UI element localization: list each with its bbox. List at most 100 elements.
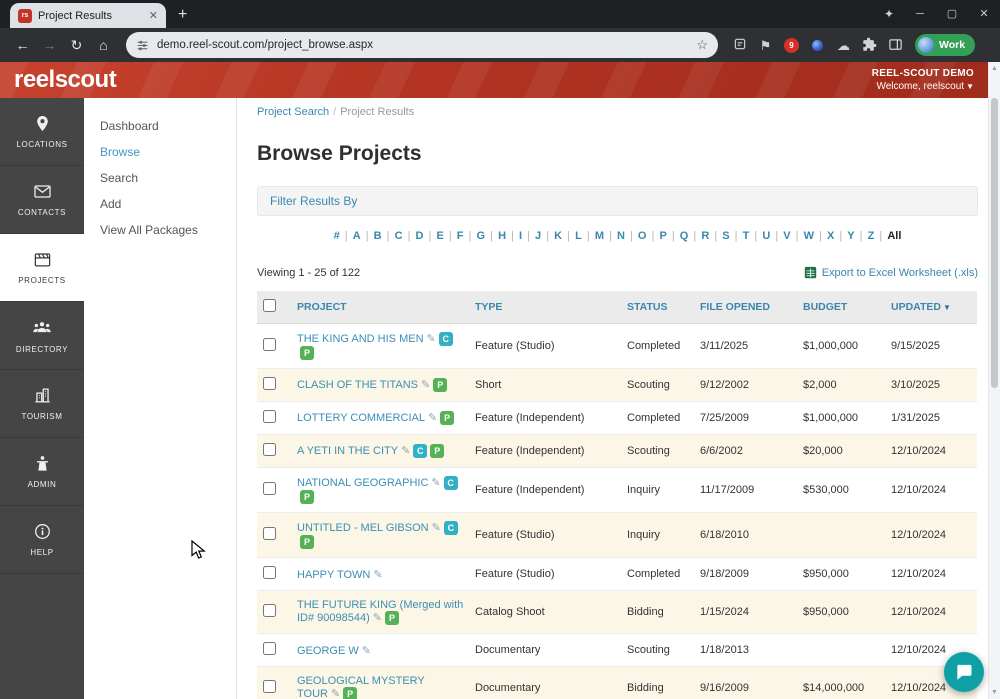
- extensions-puzzle-icon[interactable]: [858, 37, 881, 54]
- menu-item-dashboard[interactable]: Dashboard: [84, 114, 236, 138]
- browser-sparkle-icon[interactable]: ✦: [874, 0, 904, 28]
- alphabet-filter-F[interactable]: F: [457, 230, 464, 242]
- package-badge[interactable]: P: [300, 346, 314, 360]
- column-header-type[interactable]: TYPE: [469, 291, 621, 324]
- alphabet-filter-O[interactable]: O: [638, 230, 647, 242]
- export-excel-link[interactable]: Export to Excel Worksheet (.xls): [804, 266, 978, 279]
- alphabet-filter-C[interactable]: C: [395, 230, 403, 242]
- package-badge[interactable]: P: [385, 611, 399, 625]
- contacts-badge[interactable]: C: [438, 332, 453, 346]
- window-minimize-button[interactable]: ─: [904, 0, 936, 28]
- scroll-down-icon[interactable]: ▼: [989, 689, 1000, 696]
- site-settings-icon[interactable]: [136, 39, 149, 52]
- bookmark-star-icon[interactable]: ☆: [696, 37, 708, 53]
- alphabet-filter-A[interactable]: A: [353, 230, 361, 242]
- contacts-badge[interactable]: C: [443, 521, 458, 535]
- edit-pencil-icon[interactable]: ✎: [362, 645, 371, 657]
- project-link[interactable]: CLASH OF THE TITANS: [297, 379, 418, 391]
- flag-icon[interactable]: ⚑: [754, 39, 777, 52]
- edit-pencil-icon[interactable]: ✎: [432, 522, 441, 534]
- alphabet-filter-#[interactable]: #: [334, 230, 340, 242]
- row-checkbox[interactable]: [263, 410, 276, 423]
- scrollbar-thumb[interactable]: [991, 98, 998, 388]
- contacts-badge[interactable]: C: [413, 444, 428, 458]
- alphabet-filter-G[interactable]: G: [477, 230, 486, 242]
- edit-pencil-icon[interactable]: ✎: [428, 412, 437, 424]
- alphabet-filter-P[interactable]: P: [659, 230, 666, 242]
- column-header-budget[interactable]: BUDGET: [797, 291, 885, 324]
- side-panel-icon[interactable]: [884, 37, 907, 54]
- contacts-badge[interactable]: C: [443, 476, 458, 490]
- sidebar-item-projects[interactable]: PROJECTS: [0, 234, 84, 302]
- project-link[interactable]: NATIONAL GEOGRAPHIC: [297, 477, 428, 489]
- chat-widget-button[interactable]: [944, 652, 984, 692]
- alphabet-filter-D[interactable]: D: [416, 230, 424, 242]
- sidebar-item-locations[interactable]: LOCATIONS: [0, 98, 84, 166]
- column-header-project[interactable]: PROJECT: [291, 291, 469, 324]
- address-bar[interactable]: demo.reel-scout.com/project_browse.aspx …: [126, 32, 718, 58]
- tab-close-icon[interactable]: ✕: [149, 9, 158, 22]
- window-close-button[interactable]: ✕: [968, 0, 1000, 28]
- alphabet-filter-T[interactable]: T: [743, 230, 750, 242]
- alphabet-filter-U[interactable]: U: [762, 230, 770, 242]
- edit-pencil-icon[interactable]: ✎: [431, 477, 440, 489]
- alphabet-filter-E[interactable]: E: [436, 230, 443, 242]
- alphabet-filter-Z[interactable]: Z: [868, 230, 875, 242]
- alphabet-filter-All[interactable]: All: [887, 230, 901, 242]
- package-badge[interactable]: P: [440, 411, 455, 425]
- row-checkbox[interactable]: [263, 604, 276, 617]
- edit-pencil-icon[interactable]: ✎: [421, 379, 430, 391]
- alphabet-filter-B[interactable]: B: [374, 230, 382, 242]
- alphabet-filter-N[interactable]: N: [617, 230, 625, 242]
- row-checkbox[interactable]: [263, 338, 276, 351]
- browser-tab[interactable]: rs Project Results ✕: [10, 3, 166, 28]
- alphabet-filter-Y[interactable]: Y: [847, 230, 854, 242]
- notification-badge-icon[interactable]: 9: [784, 37, 799, 53]
- column-header-status[interactable]: STATUS: [621, 291, 694, 324]
- sidebar-item-directory[interactable]: DIRECTORY: [0, 302, 84, 370]
- extension-icon-2[interactable]: [812, 39, 823, 51]
- reelscout-logo[interactable]: reelscout: [14, 66, 117, 94]
- alphabet-filter-V[interactable]: V: [783, 230, 790, 242]
- reload-button[interactable]: ↻: [64, 37, 89, 54]
- edit-pencil-icon[interactable]: ✎: [373, 569, 382, 581]
- profile-chip[interactable]: Work: [915, 34, 976, 56]
- alphabet-filter-J[interactable]: J: [535, 230, 541, 242]
- edit-pencil-icon[interactable]: ✎: [401, 445, 410, 457]
- alphabet-filter-W[interactable]: W: [804, 230, 814, 242]
- project-link[interactable]: GEOLOGICAL MYSTERY TOUR: [297, 675, 425, 699]
- column-header-updated[interactable]: UPDATED ▼: [885, 291, 977, 324]
- row-checkbox[interactable]: [263, 527, 276, 540]
- alphabet-filter-X[interactable]: X: [827, 230, 834, 242]
- alphabet-filter-R[interactable]: R: [701, 230, 709, 242]
- project-link[interactable]: A YETI IN THE CITY: [297, 445, 398, 457]
- row-checkbox[interactable]: [263, 443, 276, 456]
- cloud-icon[interactable]: ☁: [832, 39, 855, 52]
- window-maximize-button[interactable]: ▢: [936, 0, 968, 28]
- package-badge[interactable]: P: [300, 535, 314, 549]
- row-checkbox[interactable]: [263, 377, 276, 390]
- filter-results-toggle[interactable]: Filter Results By: [257, 186, 978, 216]
- extension-icon-1[interactable]: [728, 37, 751, 53]
- back-button[interactable]: ←: [10, 37, 35, 53]
- project-link[interactable]: LOTTERY COMMERCIAL: [297, 412, 425, 424]
- column-header-file-opened[interactable]: FILE OPENED: [694, 291, 797, 324]
- menu-item-view-all-packages[interactable]: View All Packages: [84, 218, 236, 242]
- sidebar-item-help[interactable]: HELP: [0, 506, 84, 574]
- alphabet-filter-I[interactable]: I: [519, 230, 522, 242]
- edit-pencil-icon[interactable]: ✎: [427, 333, 436, 345]
- row-checkbox[interactable]: [263, 680, 276, 693]
- package-badge[interactable]: P: [300, 490, 314, 504]
- home-button[interactable]: ⌂: [91, 37, 116, 53]
- url-text[interactable]: demo.reel-scout.com/project_browse.aspx: [157, 39, 688, 51]
- menu-item-browse[interactable]: Browse: [84, 140, 236, 164]
- menu-item-add[interactable]: Add: [84, 192, 236, 216]
- row-checkbox[interactable]: [263, 566, 276, 579]
- welcome-menu[interactable]: Welcome, reelscout ▼: [872, 81, 974, 92]
- alphabet-filter-Q[interactable]: Q: [680, 230, 689, 242]
- row-checkbox[interactable]: [263, 642, 276, 655]
- package-badge[interactable]: P: [430, 444, 445, 458]
- alphabet-filter-L[interactable]: L: [575, 230, 582, 242]
- breadcrumb-project-search[interactable]: Project Search: [257, 106, 329, 118]
- menu-item-search[interactable]: Search: [84, 166, 236, 190]
